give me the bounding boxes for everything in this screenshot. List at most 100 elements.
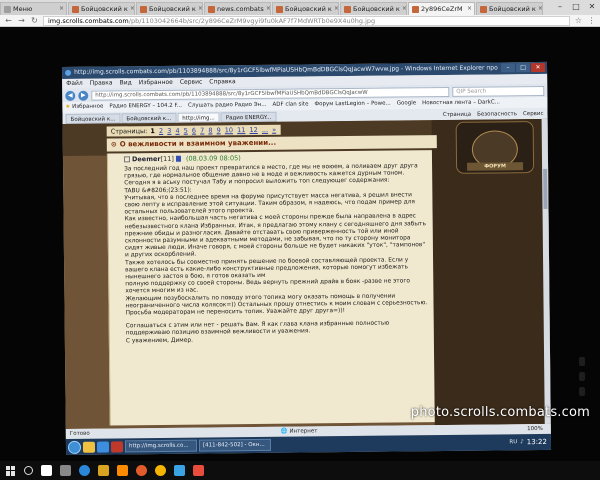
page-link[interactable]: 8 <box>208 126 212 134</box>
address-bar[interactable]: img.scrolls.combats.com/pb/1103042664b/s… <box>43 15 570 26</box>
close-tab-icon[interactable]: × <box>467 3 472 15</box>
folder-icon[interactable] <box>98 465 109 476</box>
page-link[interactable]: 11 <box>237 126 245 134</box>
language-indicator[interactable]: RU <box>509 439 517 445</box>
ie-menu-item[interactable]: Избранное <box>139 78 173 88</box>
status-text: Готово <box>69 430 90 437</box>
browser-tab[interactable]: Бойцовский к × <box>272 2 339 15</box>
page-link[interactable]: 5 <box>184 127 188 135</box>
close-tab-icon[interactable]: × <box>59 3 64 15</box>
back-icon[interactable]: ◀ <box>65 90 76 101</box>
close-tab-icon[interactable]: × <box>334 3 338 15</box>
reload-icon[interactable]: ↻ <box>30 16 39 25</box>
favicon-icon <box>480 5 487 13</box>
chrome-icon[interactable] <box>155 465 166 476</box>
browser-tab-strip: Меню × Бойцовский к × Бойцовский к × news.comb… <box>0 0 600 15</box>
minimize-icon[interactable]: – <box>500 63 516 73</box>
info-icon[interactable] <box>175 155 181 162</box>
page-link[interactable]: 6 <box>192 127 196 135</box>
calculator-icon[interactable] <box>60 465 71 476</box>
favorites-button[interactable]: ★ Избранное <box>65 102 103 113</box>
task-view-icon[interactable] <box>41 465 52 476</box>
page-link[interactable]: 9 <box>217 126 221 134</box>
windows-icon[interactable] <box>6 465 16 476</box>
store-icon[interactable] <box>117 465 128 476</box>
ie-tab[interactable]: http://img... <box>177 111 220 123</box>
page-link[interactable]: 12 <box>249 126 257 134</box>
ie-menu-item[interactable]: Сервис <box>180 78 203 88</box>
favorite-link[interactable]: Новостная лента – DarkC... <box>422 97 500 109</box>
browser-tab[interactable]: Бойцовский к × <box>340 2 407 15</box>
page-link[interactable]: ... <box>262 126 268 134</box>
maximize-icon[interactable]: □ <box>515 63 531 73</box>
close-tab-icon[interactable]: × <box>130 3 134 15</box>
favorite-link[interactable]: Слушать радио Радио Эн... <box>188 100 267 112</box>
close-tab-icon[interactable]: × <box>538 3 542 15</box>
status-zoom[interactable]: 100% <box>527 424 543 434</box>
forward-icon[interactable]: ▶ <box>78 90 89 101</box>
maximize-icon[interactable]: □ <box>568 0 584 15</box>
ie-menu-item[interactable]: Файл <box>66 79 83 89</box>
ie-menu-item[interactable]: Справка <box>209 77 236 87</box>
browser-tab[interactable]: 2y896CeZrM × <box>408 2 475 15</box>
menu-icon[interactable]: ⋮ <box>587 16 596 25</box>
start-icon[interactable] <box>67 440 82 454</box>
favorite-label: Избранное <box>72 103 104 110</box>
ie-tab[interactable]: Радио ENERGY... <box>220 111 277 122</box>
page-link[interactable]: 7 <box>200 127 204 135</box>
browser-tab[interactable]: Бойцовский к × <box>136 2 203 15</box>
forum-logo[interactable]: ФОРУМ <box>455 121 535 174</box>
browser-tab[interactable]: Бойцовский к × <box>476 2 543 15</box>
close-tab-icon[interactable]: × <box>266 3 270 15</box>
favorite-link[interactable]: Радио ENERGY – 104.2 F... <box>109 101 182 113</box>
next-page-link[interactable]: » <box>272 126 276 134</box>
browser-tab-label: news.combats <box>217 5 264 13</box>
close-icon[interactable]: ✕ <box>584 0 600 15</box>
ie-tool-menu[interactable]: Безопасность <box>477 111 517 117</box>
minimize-icon[interactable]: – <box>552 0 568 15</box>
checkbox-icon[interactable] <box>123 156 131 163</box>
star-icon[interactable]: ☆ <box>574 16 583 25</box>
scroll-thumb[interactable] <box>543 168 548 209</box>
taskbar-task[interactable]: [411-842-502] - Окн... <box>198 438 272 452</box>
ie-icon[interactable] <box>96 441 110 453</box>
ie-tool-menu[interactable]: Страница <box>443 111 471 117</box>
host-taskbar <box>0 461 600 480</box>
author-name[interactable]: Deemer <box>132 155 161 163</box>
browser-tab[interactable]: Меню × <box>0 2 67 15</box>
app-icon[interactable] <box>193 465 204 476</box>
app-icon[interactable] <box>110 440 124 453</box>
browser-tab-label: Бойцовский к <box>285 5 332 13</box>
firefox-icon[interactable] <box>136 465 147 476</box>
forward-icon[interactable]: → <box>17 16 26 25</box>
page-link[interactable]: 3 <box>167 127 171 135</box>
ie-menu-item[interactable]: Вид <box>120 78 132 88</box>
taskbar-task[interactable]: http://img.scrolls.co... <box>124 439 198 453</box>
favorite-link[interactable]: ADF clan site <box>272 99 308 110</box>
ie-tab[interactable]: Бойцовский к... <box>65 112 121 124</box>
url-domain: img.scrolls.combats.com <box>48 16 129 25</box>
folder-icon[interactable] <box>82 441 96 453</box>
back-icon[interactable]: ← <box>4 16 13 25</box>
post-author-line: Deemer[11] (08.03.09 08:05) <box>123 152 428 163</box>
page-link[interactable]: 10 <box>225 126 233 134</box>
favorite-link[interactable]: Форум LastLegion – Powe... <box>314 99 390 111</box>
ie-icon[interactable] <box>79 465 90 476</box>
page-link[interactable]: 2 <box>159 127 163 135</box>
ie-tool-menu[interactable]: Сервис <box>523 110 544 116</box>
edge-icon[interactable] <box>174 465 185 476</box>
ie-search-box[interactable]: QIP Search <box>452 85 545 97</box>
browser-tab[interactable]: Бойцовский к × <box>68 2 135 15</box>
close-tab-icon[interactable]: × <box>402 3 406 15</box>
ie-menu-item[interactable]: Правка <box>90 78 113 88</box>
browser-tab[interactable]: news.combats × <box>204 2 271 15</box>
ie-tab[interactable]: Бойцовский к... <box>121 112 177 123</box>
close-tab-icon[interactable]: × <box>198 3 202 15</box>
favorite-link[interactable]: Google <box>397 98 417 109</box>
favicon-icon <box>208 5 215 13</box>
close-icon[interactable]: ✕ <box>530 62 546 73</box>
search-icon[interactable] <box>24 466 33 475</box>
clock[interactable]: 13:22 <box>527 438 547 446</box>
volume-icon[interactable]: ♪ <box>520 439 524 445</box>
page-link[interactable]: 4 <box>175 127 179 135</box>
